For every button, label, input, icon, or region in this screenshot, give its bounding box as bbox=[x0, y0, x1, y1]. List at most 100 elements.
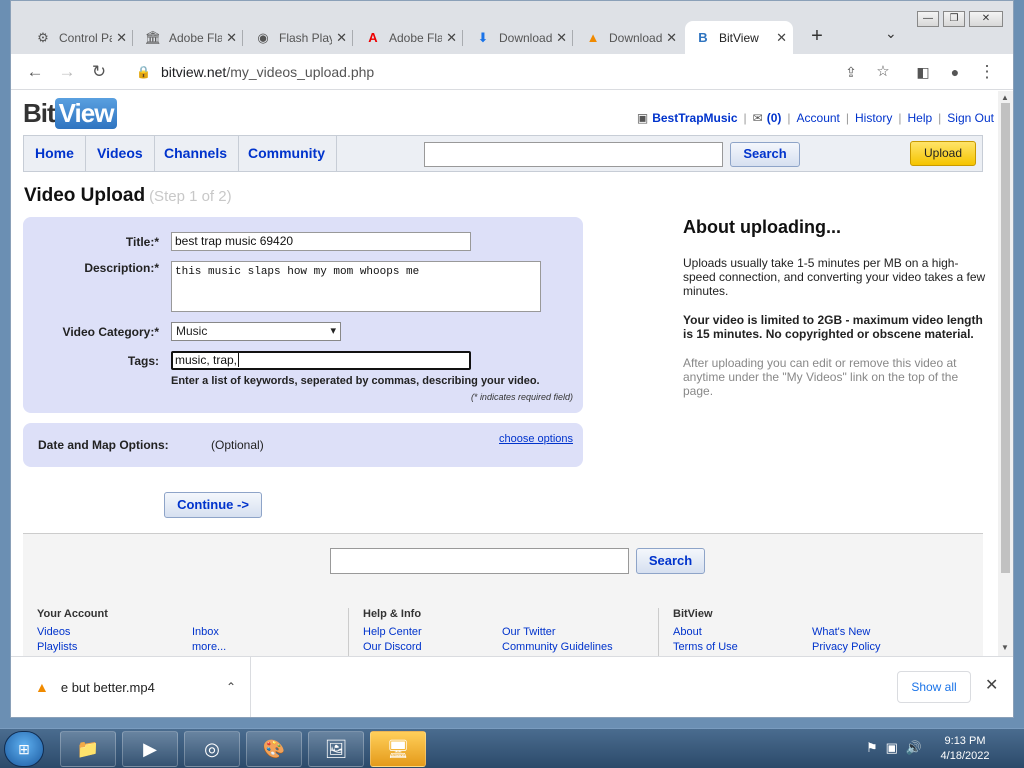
footer-link-videos[interactable]: Videos bbox=[37, 625, 187, 640]
description-label: Description:* bbox=[84, 261, 159, 275]
scroll-down-icon[interactable]: ▼ bbox=[1001, 643, 1009, 652]
tab-bitview[interactable]: B BitView ✕ bbox=[685, 21, 793, 54]
help-link[interactable]: Help bbox=[907, 111, 932, 125]
title-input[interactable]: best trap music 69420 bbox=[171, 232, 471, 251]
sign-out-link[interactable]: Sign Out bbox=[947, 111, 994, 125]
new-tab-button[interactable]: + bbox=[805, 25, 829, 48]
minimize-button[interactable]: — bbox=[917, 11, 939, 27]
close-icon[interactable]: ✕ bbox=[985, 675, 998, 695]
side-panel-icon[interactable]: ◧ bbox=[913, 62, 933, 82]
account-link[interactable]: Account bbox=[797, 111, 840, 125]
optional-label: (Optional) bbox=[211, 438, 264, 452]
back-icon[interactable]: ← bbox=[25, 62, 45, 82]
nav-videos[interactable]: Videos bbox=[86, 136, 155, 171]
tab-close-icon[interactable]: ✕ bbox=[336, 30, 347, 46]
tab-close-icon[interactable]: ✕ bbox=[226, 30, 237, 46]
clock[interactable]: 9:13 PM 4/18/2022 bbox=[930, 734, 1000, 764]
footer-link-whats-new[interactable]: What's New bbox=[812, 625, 962, 640]
forward-icon[interactable]: → bbox=[57, 62, 77, 82]
tags-hint: Enter a list of keywords, seperated by c… bbox=[171, 375, 540, 387]
profile-avatar-icon[interactable]: ● bbox=[945, 62, 965, 82]
header-search-button[interactable]: Search bbox=[730, 142, 800, 167]
history-link[interactable]: History bbox=[855, 111, 892, 125]
chevron-up-icon[interactable]: ⌃ bbox=[226, 680, 236, 694]
share-icon[interactable]: ⇪ bbox=[841, 62, 861, 82]
footer-link-inbox[interactable]: Inbox bbox=[192, 625, 312, 640]
tab-control-panel[interactable]: ⚙ Control Panel ✕ bbox=[25, 21, 133, 54]
maximize-button[interactable]: ❐ bbox=[943, 11, 965, 27]
page-title: Video Upload (Step 1 of 2) bbox=[24, 185, 232, 206]
continue-button[interactable]: Continue -> bbox=[164, 492, 262, 518]
tab-download-2[interactable]: ▲ Download ✕ bbox=[575, 21, 683, 54]
tags-input[interactable]: music, trap,​ bbox=[171, 351, 471, 370]
footer-link-about[interactable]: About bbox=[673, 625, 813, 640]
nav-home[interactable]: Home bbox=[24, 136, 86, 171]
page-content: Bit View ▣ BestTrapMusic | ✉ (0) | Accoun… bbox=[11, 91, 998, 656]
download-item[interactable]: ▲ e but better.mp4 ⌃ bbox=[11, 657, 251, 717]
footer-link-playlists[interactable]: Playlists bbox=[37, 640, 187, 655]
about-text-2: Your video is limited to 2GB - maximum v… bbox=[683, 313, 983, 341]
tab-search-icon[interactable]: ⌄ bbox=[885, 25, 897, 42]
footer-link-terms[interactable]: Terms of Use bbox=[673, 640, 813, 655]
remote-desktop-taskbar-icon[interactable]: 🖥 bbox=[370, 731, 426, 767]
download-icon: ⬇ bbox=[477, 29, 489, 45]
explorer-taskbar-icon[interactable]: 📁 bbox=[60, 731, 116, 767]
inbox-count-link[interactable]: (0) bbox=[767, 111, 782, 125]
description-textarea[interactable]: this music slaps how my mom whoops me bbox=[171, 261, 541, 312]
bookmark-star-icon[interactable]: ☆ bbox=[873, 62, 893, 82]
date-map-options: Date and Map Options: (Optional) choose … bbox=[23, 423, 583, 467]
username-link[interactable]: BestTrapMusic bbox=[652, 111, 737, 125]
taskbar: ⊞ 📁 ▶ ◎ 🎨 🖼 🖥 ⚑▣🔊 9:13 PM 4/18/2022 bbox=[0, 728, 1024, 768]
text-caret: ​ bbox=[238, 353, 240, 367]
start-button[interactable]: ⊞ bbox=[4, 731, 44, 767]
footer-help-info: Help & Info Help Center Our Discord bbox=[363, 608, 503, 655]
tab-flash-player[interactable]: ◉ Flash Player ✕ bbox=[245, 21, 353, 54]
paint-taskbar-icon[interactable]: 🎨 bbox=[246, 731, 302, 767]
choose-options-link[interactable]: choose options bbox=[499, 433, 573, 445]
lock-icon: 🔒 bbox=[136, 65, 151, 79]
footer-search-input[interactable] bbox=[330, 548, 629, 574]
tab-close-icon[interactable]: ✕ bbox=[556, 30, 567, 46]
scrollbar-thumb[interactable] bbox=[1001, 103, 1010, 573]
page-scrollbar[interactable]: ▲ ▼ bbox=[998, 91, 1013, 656]
nav-community[interactable]: Community bbox=[237, 136, 337, 171]
tab-adobe-flash-1[interactable]: 🏛 Adobe Flash ✕ bbox=[135, 21, 243, 54]
tab-close-icon[interactable]: ✕ bbox=[666, 30, 677, 46]
chrome-taskbar-icon[interactable]: ◎ bbox=[184, 731, 240, 767]
system-tray[interactable]: ⚑▣🔊 bbox=[866, 740, 930, 756]
footer-divider bbox=[658, 608, 659, 656]
bitview-logo[interactable]: Bit View bbox=[23, 95, 118, 131]
footer-link-more[interactable]: more... bbox=[192, 640, 312, 655]
about-heading: About uploading... bbox=[683, 217, 841, 237]
footer-link-twitter[interactable]: Our Twitter bbox=[502, 625, 652, 640]
footer-link-guidelines[interactable]: Community Guidelines bbox=[502, 640, 652, 655]
show-all-button[interactable]: Show all bbox=[897, 671, 971, 703]
tab-download-1[interactable]: ⬇ Download ✕ bbox=[465, 21, 573, 54]
footer-link-discord[interactable]: Our Discord bbox=[363, 640, 503, 655]
download-bar: ▲ e but better.mp4 ⌃ Show all ✕ bbox=[11, 656, 1013, 717]
upload-button[interactable]: Upload bbox=[910, 141, 976, 166]
mail-icon[interactable]: ✉ bbox=[753, 111, 763, 125]
main-nav: Home Videos Channels Community Search Up… bbox=[23, 135, 983, 172]
scroll-up-icon[interactable]: ▲ bbox=[1001, 93, 1009, 102]
page-footer: Search Your Account Videos Playlists Inb… bbox=[23, 533, 983, 656]
nav-channels[interactable]: Channels bbox=[153, 136, 240, 171]
footer-divider bbox=[348, 608, 349, 656]
footer-link-privacy[interactable]: Privacy Policy bbox=[812, 640, 962, 655]
reload-icon[interactable]: ↻ bbox=[89, 62, 109, 82]
footer-bitview-2: What's New Privacy Policy bbox=[812, 625, 962, 655]
photo-viewer-taskbar-icon[interactable]: 🖼 bbox=[308, 731, 364, 767]
tab-close-icon[interactable]: ✕ bbox=[446, 30, 457, 46]
tab-adobe-flash-2[interactable]: A Adobe Flash ✕ bbox=[355, 21, 463, 54]
tab-close-icon[interactable]: ✕ bbox=[776, 30, 787, 46]
tab-close-icon[interactable]: ✕ bbox=[116, 30, 127, 46]
header-search-input[interactable] bbox=[424, 142, 723, 167]
category-select[interactable]: Music ▾ bbox=[171, 322, 341, 341]
footer-link-help-center[interactable]: Help Center bbox=[363, 625, 503, 640]
media-player-taskbar-icon[interactable]: ▶ bbox=[122, 731, 178, 767]
menu-kebab-icon[interactable]: ⋮ bbox=[977, 62, 997, 82]
tags-label: Tags: bbox=[127, 354, 159, 368]
footer-your-account: Your Account Videos Playlists bbox=[37, 608, 187, 655]
footer-search-button[interactable]: Search bbox=[636, 548, 705, 574]
close-window-button[interactable]: ✕ bbox=[969, 11, 1003, 27]
